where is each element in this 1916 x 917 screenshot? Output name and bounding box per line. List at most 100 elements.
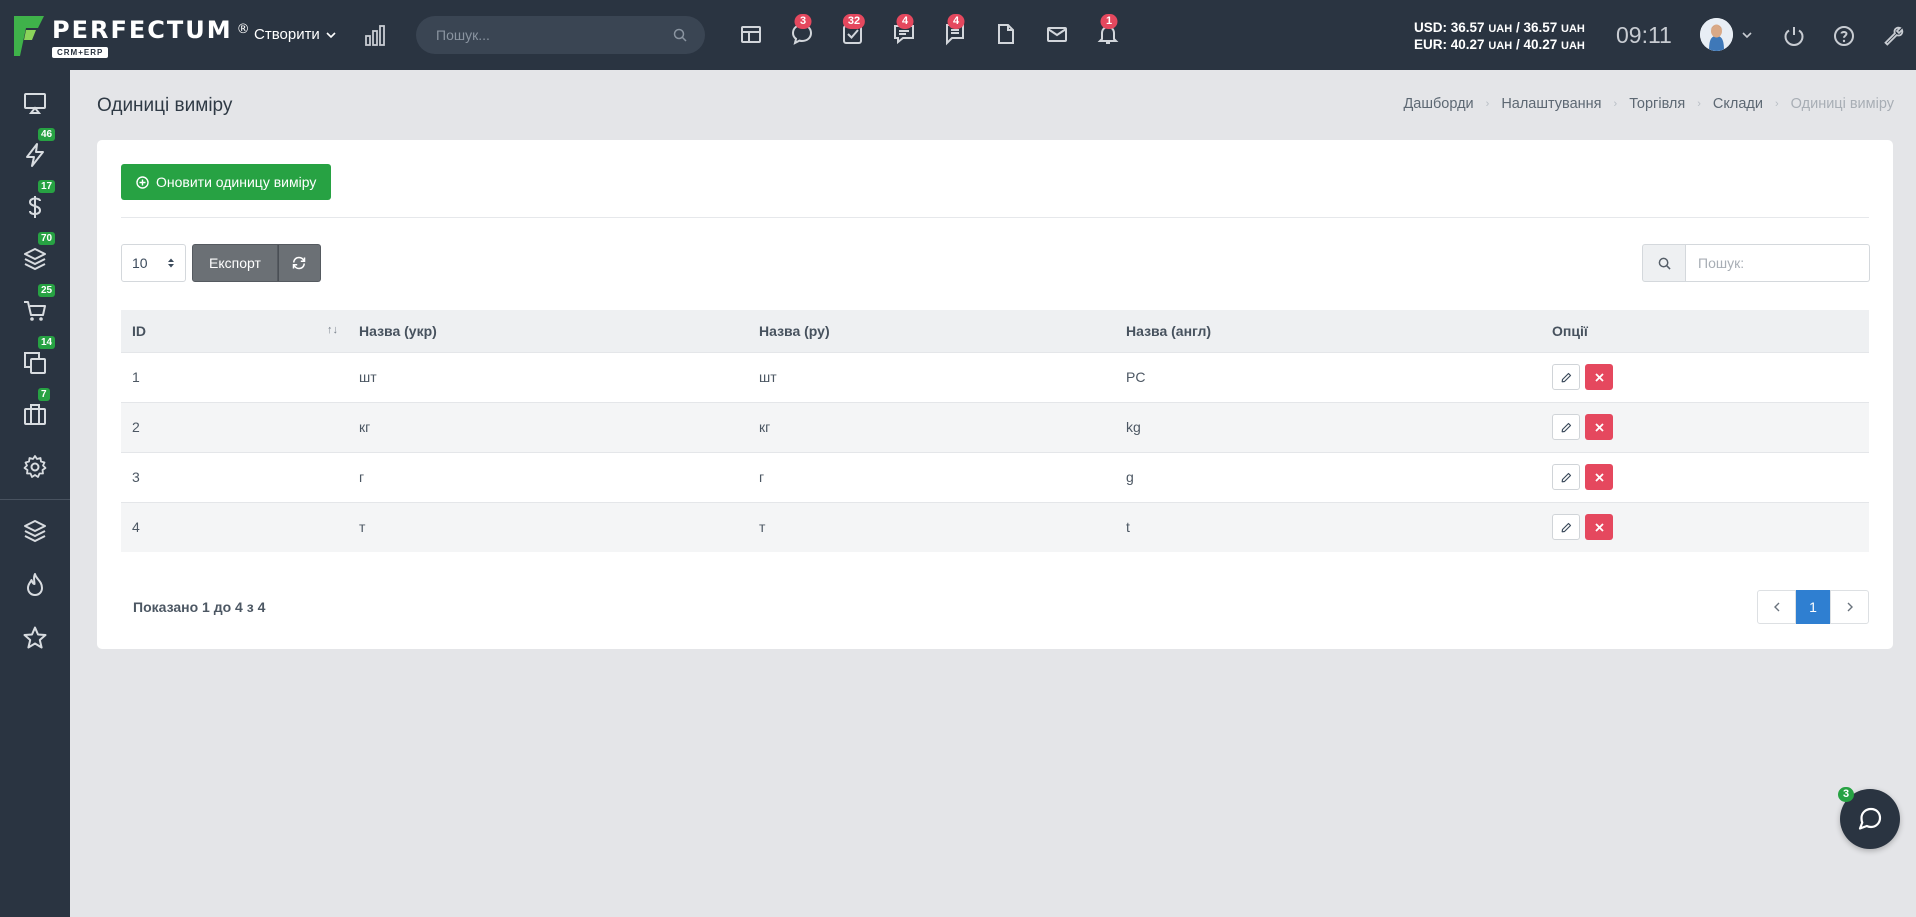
calendar-button[interactable]	[739, 22, 765, 48]
edit-button[interactable]	[1552, 364, 1580, 390]
sidebar-item-stack[interactable]	[22, 518, 48, 544]
table-row: 4 т т t	[121, 502, 1869, 552]
create-menu-button[interactable]: Створити	[254, 26, 336, 43]
documents-button[interactable]	[994, 22, 1020, 48]
help-button[interactable]	[1832, 24, 1858, 50]
delete-button[interactable]	[1585, 364, 1613, 390]
bar-chart-icon[interactable]	[364, 24, 386, 46]
sort-icon: ↑↓	[327, 324, 338, 336]
chat-button[interactable]: 3	[790, 14, 816, 48]
delete-button[interactable]	[1585, 464, 1613, 490]
page-title: Одиниці виміру	[97, 95, 233, 116]
sidebar-item-dashboard[interactable]	[22, 90, 48, 116]
sidebar-item-documents[interactable]: 14	[22, 336, 56, 376]
edit-button[interactable]	[1552, 414, 1580, 440]
pencil-icon	[1561, 522, 1571, 533]
global-search[interactable]	[416, 16, 705, 54]
search-icon	[1658, 257, 1671, 270]
sidebar-item-leads[interactable]: 46	[22, 128, 56, 168]
pencil-icon	[1561, 472, 1571, 482]
sidebar-divider	[0, 499, 70, 500]
breadcrumb-item-settings[interactable]: Налаштування	[1501, 96, 1601, 112]
edit-button[interactable]	[1552, 464, 1580, 490]
breadcrumb-item-trade[interactable]: Торгівля	[1629, 96, 1685, 112]
tasks-badge: 32	[842, 14, 866, 29]
avatar[interactable]	[1700, 18, 1733, 51]
update-unit-button[interactable]: Оновити одиницу виміру	[121, 164, 332, 200]
page-length-select[interactable]: 10	[121, 244, 186, 282]
sidebar-item-hot[interactable]	[22, 572, 48, 598]
close-icon	[1594, 422, 1604, 432]
update-unit-label: Оновити одиницу виміру	[156, 174, 317, 190]
column-header-id[interactable]: ID ↑↓	[121, 310, 348, 352]
sidebar-item-settings[interactable]	[22, 454, 48, 480]
delete-button[interactable]	[1585, 414, 1613, 440]
sales-badge: 25	[38, 284, 56, 297]
mail-button[interactable]	[1045, 22, 1071, 48]
question-icon	[1834, 26, 1854, 46]
cell-name-ru: шт	[759, 369, 777, 385]
hr-badge: 7	[38, 388, 50, 401]
sidebar-item-sales[interactable]: 25	[22, 284, 56, 324]
user-photo-icon	[1700, 18, 1733, 51]
create-label: Створити	[254, 26, 320, 43]
chevron-down-icon	[326, 31, 336, 38]
sidebar-item-hr[interactable]: 7	[22, 388, 50, 428]
notifications-button[interactable]: 1	[1096, 14, 1122, 48]
cart-icon	[24, 301, 46, 321]
sidebar: 46 17 70 25 14 7	[0, 70, 70, 917]
breadcrumb-item-dashboards[interactable]: Дашборди	[1403, 96, 1473, 112]
search-icon	[673, 28, 687, 42]
cell-name-ukr: шт	[359, 369, 377, 385]
table-row: 3 г г g	[121, 452, 1869, 502]
pagination-next-button[interactable]	[1830, 590, 1869, 624]
user-menu-chevron-icon[interactable]	[1742, 30, 1752, 40]
sidebar-item-favorites[interactable]	[22, 625, 48, 651]
flame-icon	[27, 573, 43, 596]
export-button[interactable]: Експорт	[192, 244, 278, 282]
breadcrumb-chevron-icon: ›	[1697, 98, 1701, 110]
chat-bubble-icon	[1858, 807, 1882, 830]
cell-id: 1	[132, 369, 140, 385]
power-icon	[1784, 27, 1804, 47]
tasks-button[interactable]: 32	[841, 14, 867, 48]
pagination-prev-button[interactable]	[1757, 590, 1796, 624]
table-search-button[interactable]	[1642, 244, 1686, 282]
cell-options	[1541, 402, 1869, 452]
sidebar-item-projects[interactable]: 70	[22, 232, 56, 272]
export-button-group: Експорт	[192, 244, 321, 282]
cell-name-eng: g	[1126, 469, 1134, 485]
breadcrumb-chevron-icon: ›	[1775, 98, 1779, 110]
table-header-row: ID ↑↓ Назва (укр) Назва (ру) Назва (англ)…	[121, 310, 1869, 352]
logo[interactable]: PERFECTUM ® CRM+ERP	[12, 14, 252, 58]
sidebar-item-finance[interactable]: 17	[22, 180, 56, 220]
settings-tool-button[interactable]	[1882, 24, 1908, 50]
logout-button[interactable]	[1782, 24, 1808, 50]
global-search-input[interactable]	[436, 27, 673, 43]
copy-icon	[24, 352, 46, 374]
currency-rates: USD: 36.57 UAH / 36.57 UAH EUR: 40.27 UA…	[1414, 20, 1585, 54]
registered-mark: ®	[236, 22, 252, 37]
support-chat-button[interactable]: 3	[1838, 787, 1900, 849]
column-header-name-eng[interactable]: Назва (англ)	[1115, 310, 1541, 352]
chevron-right-icon	[1847, 602, 1853, 612]
breadcrumb: Дашборди › Налаштування › Торгівля › Скл…	[1403, 96, 1894, 112]
breadcrumb-item-warehouses[interactable]: Склади	[1713, 96, 1763, 112]
card-divider	[121, 217, 1869, 218]
table-info: Показано 1 до 4 з 4	[133, 599, 266, 615]
cell-id: 3	[132, 469, 140, 485]
cell-options	[1541, 452, 1869, 502]
pagination-page-button[interactable]: 1	[1796, 590, 1830, 624]
comments-button[interactable]: 4	[892, 14, 918, 48]
cell-name-ru: г	[759, 469, 765, 485]
cell-name-eng: PC	[1126, 369, 1146, 385]
delete-button[interactable]	[1585, 514, 1613, 541]
chat-badge: 3	[794, 14, 812, 29]
column-header-name-ukr[interactable]: Назва (укр)	[348, 310, 748, 352]
messages-button[interactable]: 4	[943, 14, 969, 48]
column-header-name-ru[interactable]: Назва (ру)	[748, 310, 1115, 352]
cell-name-ukr: т	[359, 519, 366, 536]
table-search-input[interactable]	[1686, 244, 1870, 282]
edit-button[interactable]	[1552, 514, 1580, 541]
refresh-button[interactable]	[277, 244, 321, 282]
